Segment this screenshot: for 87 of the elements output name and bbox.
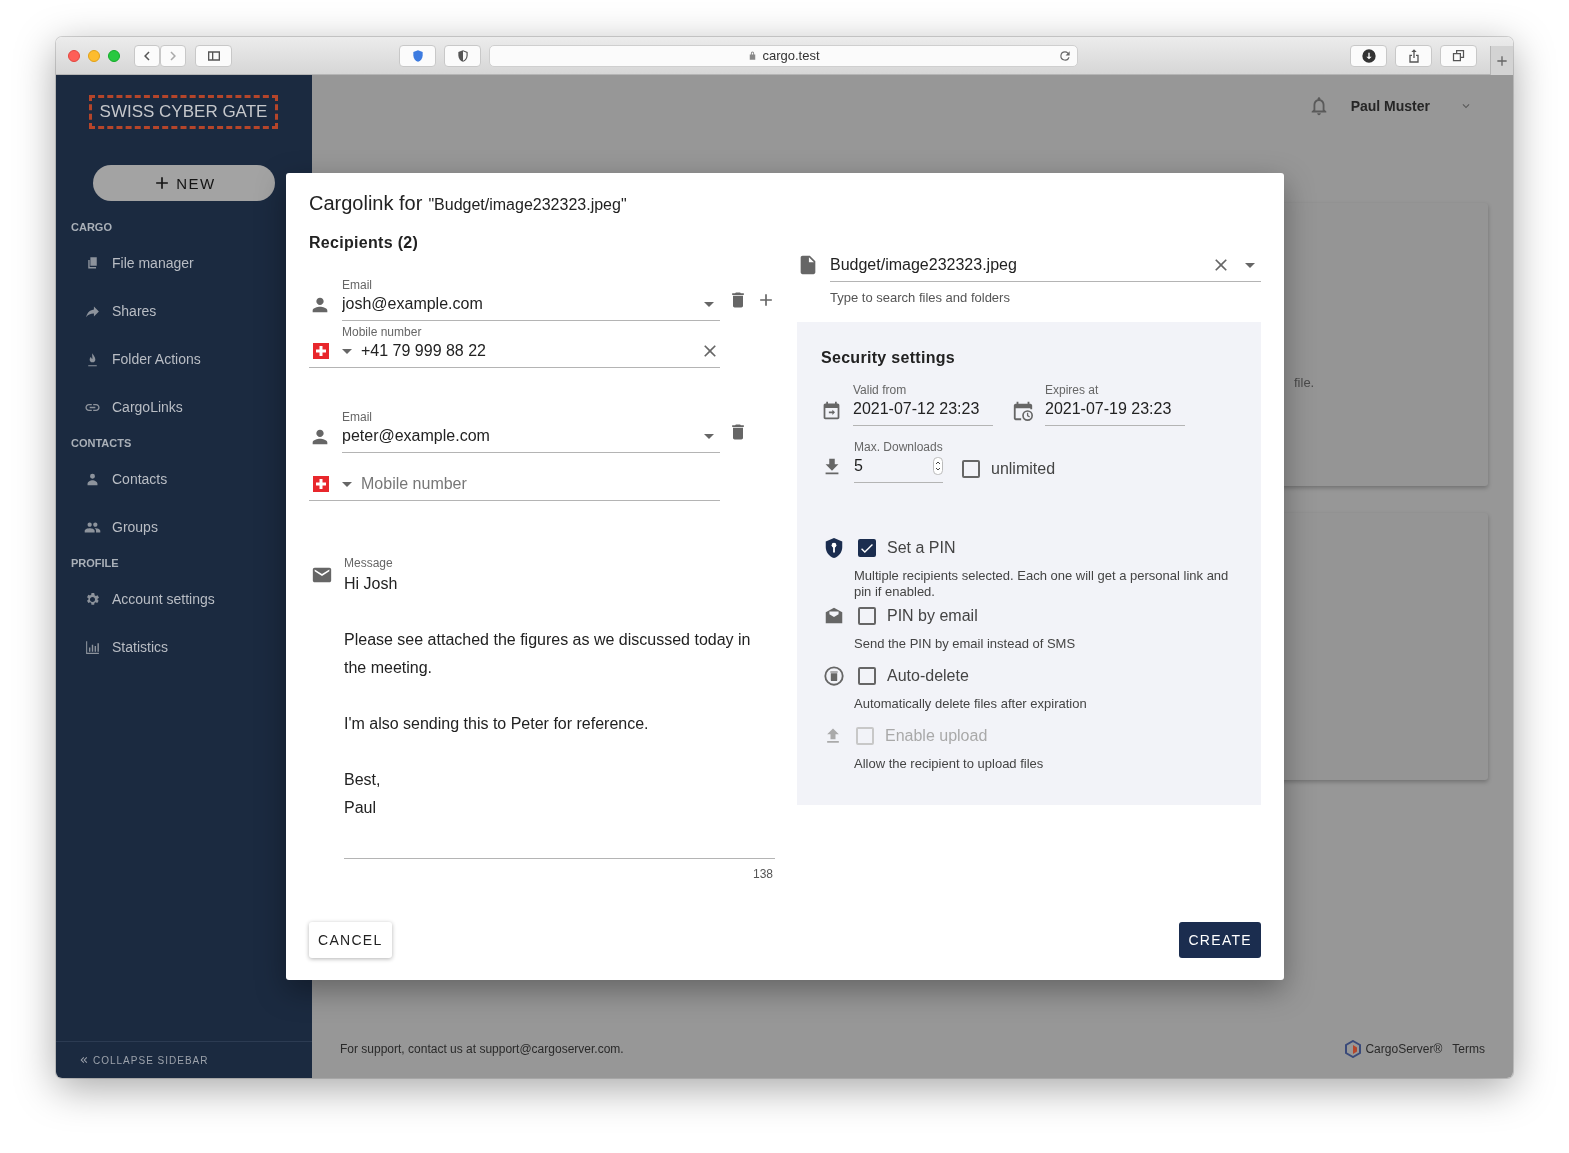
url-text: cargo.test bbox=[762, 48, 820, 63]
sidebar-item[interactable]: Shares bbox=[56, 287, 312, 335]
sidebar-item[interactable]: Account settings bbox=[56, 575, 312, 623]
downloads-button[interactable] bbox=[1350, 44, 1387, 67]
option-description: Allow the recipient to upload files bbox=[854, 756, 1045, 772]
checkbox[interactable] bbox=[858, 667, 876, 685]
checkmark-icon bbox=[861, 543, 873, 553]
helper-text: Type to search files and folders bbox=[830, 290, 1011, 305]
privacy-button[interactable] bbox=[444, 44, 481, 67]
phone-field[interactable]: +41 79 999 88 22 bbox=[361, 342, 700, 360]
double-chevron-left-icon bbox=[78, 1054, 90, 1066]
shield-key-icon bbox=[823, 537, 845, 559]
address-bar[interactable]: cargo.test bbox=[489, 44, 1078, 67]
dropdown-caret-icon[interactable] bbox=[704, 433, 714, 439]
calendar-arrow-icon bbox=[821, 400, 842, 421]
email-field[interactable]: peter@example.com bbox=[342, 427, 698, 445]
new-button[interactable]: NEW bbox=[93, 165, 275, 201]
cancel-button[interactable]: CANCEL bbox=[309, 922, 392, 958]
shield-icon bbox=[410, 48, 425, 63]
field-label: Expires at bbox=[1045, 383, 1100, 397]
dialog-title: Cargolink for bbox=[309, 192, 423, 215]
sidebar-item[interactable]: Folder Actions bbox=[56, 335, 312, 383]
sidebar-item[interactable]: Contacts bbox=[56, 455, 312, 503]
checkbox-label: unlimited bbox=[991, 460, 1056, 478]
number-field[interactable]: 5 bbox=[854, 457, 933, 475]
reload-icon bbox=[1058, 48, 1072, 63]
character-counter: 138 bbox=[752, 867, 773, 881]
email-field[interactable]: josh@example.com bbox=[342, 295, 698, 313]
card-text: file. bbox=[1294, 375, 1315, 390]
dropdown-caret-icon[interactable] bbox=[1245, 262, 1255, 268]
half-shield-icon bbox=[455, 48, 470, 63]
section-heading: CONTACTS bbox=[70, 436, 133, 451]
swiss-flag-icon bbox=[313, 343, 329, 359]
user-name[interactable]: Paul Muster bbox=[1350, 98, 1430, 114]
option-label: Auto-delete bbox=[887, 667, 969, 685]
dropdown-caret-icon[interactable] bbox=[342, 348, 352, 354]
section-heading: CARGO bbox=[70, 220, 113, 235]
field-label: Valid from bbox=[853, 383, 908, 397]
sidebar-toggle-button[interactable] bbox=[195, 44, 232, 67]
option-label: Enable upload bbox=[885, 727, 988, 745]
field-label: Mobile number bbox=[342, 325, 423, 339]
recipients-heading: Recipients (2) bbox=[309, 233, 420, 253]
dialog-file-name: "Budget/image232323.jpeg" bbox=[428, 196, 627, 214]
spinner-icon[interactable] bbox=[933, 457, 943, 475]
phone-field[interactable]: Mobile number bbox=[361, 475, 720, 493]
field-label: Email bbox=[342, 278, 373, 292]
date-field[interactable]: 2021-07-12 23:23 bbox=[853, 400, 993, 418]
dropdown-caret-icon[interactable] bbox=[342, 481, 352, 487]
brand-logo-icon bbox=[1345, 1040, 1362, 1058]
tabs-icon bbox=[1451, 48, 1466, 63]
tabs-button[interactable] bbox=[1440, 44, 1477, 67]
security-heading: Security settings bbox=[821, 348, 957, 368]
option-label: Set a PIN bbox=[887, 539, 956, 557]
swiss-flag-icon bbox=[313, 476, 329, 492]
settings-icon bbox=[84, 590, 101, 608]
bar-chart-icon bbox=[84, 638, 101, 656]
support-text: For support, contact us at support@cargoserver.com. bbox=[340, 1042, 624, 1056]
trash-circle-icon bbox=[823, 665, 845, 687]
section-heading: PROFILE bbox=[70, 556, 120, 571]
terms-link[interactable]: Terms bbox=[1452, 1042, 1485, 1056]
option-description: Send the PIN by email instead of SMS bbox=[854, 636, 1077, 652]
brand-name: CargoServer® bbox=[1365, 1042, 1443, 1056]
new-tab-button[interactable] bbox=[1490, 46, 1513, 75]
logo: SWISS CYBER GATE bbox=[89, 95, 278, 129]
checkbox[interactable] bbox=[858, 539, 876, 557]
sidebar-item[interactable]: CargoLinks bbox=[56, 383, 312, 431]
field-label: Max. Downloads bbox=[854, 440, 943, 454]
dropdown-caret-icon[interactable] bbox=[704, 301, 714, 307]
share-button[interactable] bbox=[1395, 44, 1432, 67]
download-icon bbox=[1360, 47, 1377, 64]
message-field[interactable]: Hi Josh Please see attached the figures as we discussed today in the meeting. I'm also sending this to Peter for reference. Best, Paul bbox=[344, 570, 775, 859]
option-description: Multiple recipients selected. Each one will get a personal link and pin if enabled. bbox=[854, 568, 1230, 600]
option-label: PIN by email bbox=[887, 607, 978, 625]
date-field[interactable]: 2021-07-19 23:23 bbox=[1045, 400, 1185, 418]
file-search-field[interactable]: Budget/image232323.jpeg bbox=[830, 256, 1211, 274]
option-description: Automatically delete files after expiration bbox=[854, 696, 1088, 712]
calendar-clock-icon bbox=[1012, 400, 1034, 422]
field-label: Message bbox=[344, 556, 394, 570]
sidebar-item[interactable]: Groups bbox=[56, 503, 312, 551]
sidebar-item[interactable]: Statistics bbox=[56, 623, 312, 671]
close-window-button[interactable] bbox=[68, 49, 80, 62]
field-label: Email bbox=[342, 410, 373, 424]
back-button[interactable] bbox=[134, 44, 160, 67]
create-button[interactable]: CREATE bbox=[1179, 922, 1261, 958]
checkbox[interactable] bbox=[858, 607, 876, 625]
password-manager-button[interactable] bbox=[399, 44, 436, 67]
checkbox[interactable] bbox=[962, 460, 980, 478]
